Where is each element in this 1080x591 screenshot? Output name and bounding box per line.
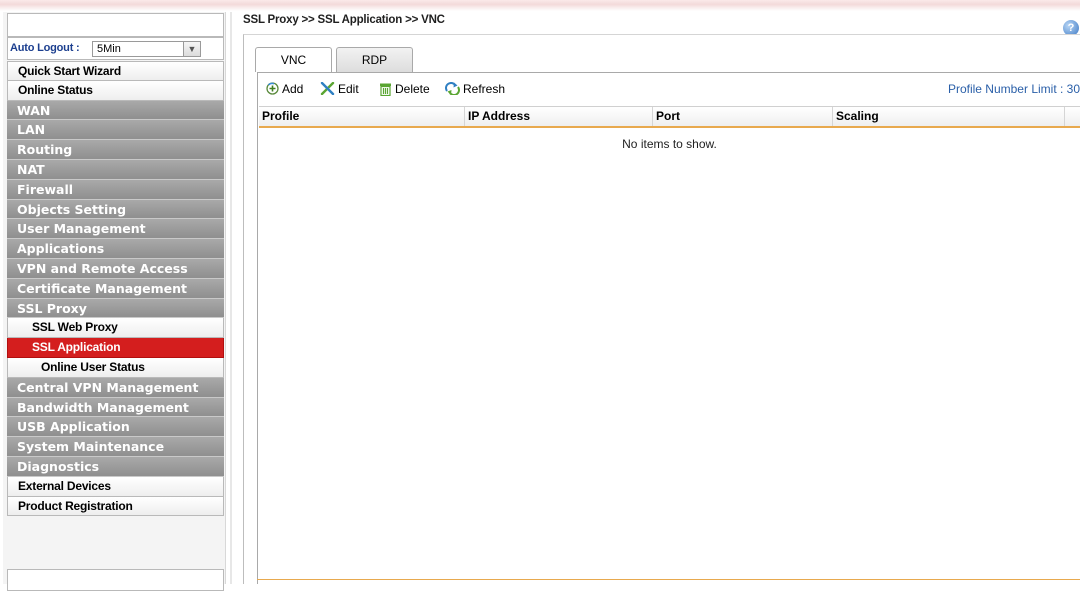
add-label: Add: [282, 82, 304, 96]
edit-label: Edit: [338, 82, 359, 96]
column-header-spacer: [1065, 107, 1080, 126]
add-button[interactable]: Add: [266, 79, 303, 100]
grid-header: Profile IP Address Port Scaling: [259, 106, 1080, 128]
delete-label: Delete: [395, 82, 430, 96]
sidebar: Auto Logout : 5Min ▼ Quick Start Wizard O…: [7, 13, 224, 591]
sidebar-item-online-user-status[interactable]: Online User Status: [7, 357, 224, 378]
tab-rdp[interactable]: RDP: [336, 47, 413, 72]
column-header-port[interactable]: Port: [653, 107, 833, 126]
sidebar-item-online-status[interactable]: Online Status: [7, 80, 224, 101]
breadcrumb: SSL Proxy >> SSL Application >> VNC: [243, 14, 445, 26]
delete-button[interactable]: Delete: [379, 79, 430, 100]
sidebar-item-product-registration[interactable]: Product Registration: [7, 496, 224, 517]
sidebar-item-nat[interactable]: NAT: [7, 159, 224, 180]
sidebar-item-firewall[interactable]: Firewall: [7, 179, 224, 200]
sidebar-item-bandwidth-management[interactable]: Bandwidth Management: [7, 397, 224, 418]
sidebar-item-lan[interactable]: LAN: [7, 120, 224, 141]
refresh-icon: [445, 82, 460, 97]
sidebar-item-diagnostics[interactable]: Diagnostics: [7, 456, 224, 477]
grid-bottom-rule: [257, 579, 1080, 580]
sidebar-gap: [7, 560, 224, 569]
auto-logout-label: Auto Logout :: [10, 42, 80, 54]
main-menu: Quick Start Wizard Online Status WAN LAN Rou…: [7, 61, 224, 517]
sidebar-item-applications[interactable]: Applications: [7, 239, 224, 259]
sidebar-item-system-maintenance[interactable]: System Maintenance: [7, 437, 224, 457]
edit-button[interactable]: Edit: [320, 79, 359, 100]
column-header-scaling[interactable]: Scaling: [833, 107, 1065, 126]
sidebar-item-central-vpn-management[interactable]: Central VPN Management: [7, 377, 224, 398]
add-icon: [266, 82, 279, 95]
sidebar-item-quick-start-wizard[interactable]: Quick Start Wizard: [7, 61, 224, 81]
chevron-down-icon[interactable]: ▼: [183, 42, 200, 56]
sidebar-item-user-management[interactable]: User Management: [7, 219, 224, 240]
toolbar: Add Edit Delete Refresh Profile Number L…: [257, 79, 1080, 100]
sidebar-footer: [7, 569, 224, 591]
edit-icon: [320, 82, 335, 96]
sidebar-item-certificate-management[interactable]: Certificate Management: [7, 278, 224, 299]
sidebar-item-ssl-proxy[interactable]: SSL Proxy: [7, 298, 224, 319]
refresh-button[interactable]: Refresh: [445, 79, 505, 100]
frame-divider[interactable]: [230, 12, 232, 584]
sidebar-item-objects-setting[interactable]: Objects Setting: [7, 199, 224, 220]
top-banner-strip: [0, 0, 1080, 11]
trash-icon: [380, 83, 391, 96]
profile-number-limit: Profile Number Limit : 30: [947, 82, 1080, 96]
sidebar-item-wan[interactable]: WAN: [7, 100, 224, 121]
tab-vnc[interactable]: VNC: [255, 47, 332, 72]
logo-area: [7, 13, 224, 37]
sidebar-item-routing[interactable]: Routing: [7, 140, 224, 160]
column-header-ip-address[interactable]: IP Address: [465, 107, 653, 126]
sidebar-item-external-devices[interactable]: External Devices: [7, 476, 224, 497]
sidebar-item-ssl-web-proxy[interactable]: SSL Web Proxy: [7, 318, 224, 339]
auto-logout-row: Auto Logout : 5Min ▼: [7, 37, 224, 60]
column-header-profile[interactable]: Profile: [259, 107, 465, 126]
auto-logout-select[interactable]: 5Min ▼: [92, 41, 201, 57]
sidebar-item-ssl-application[interactable]: SSL Application: [7, 338, 224, 358]
sidebar-item-usb-application[interactable]: USB Application: [7, 417, 224, 438]
sidebar-item-vpn-and-remote-access[interactable]: VPN and Remote Access: [7, 258, 224, 279]
refresh-label: Refresh: [463, 82, 506, 96]
auto-logout-value: 5Min: [97, 43, 121, 55]
empty-grid-message: No items to show.: [622, 137, 717, 151]
